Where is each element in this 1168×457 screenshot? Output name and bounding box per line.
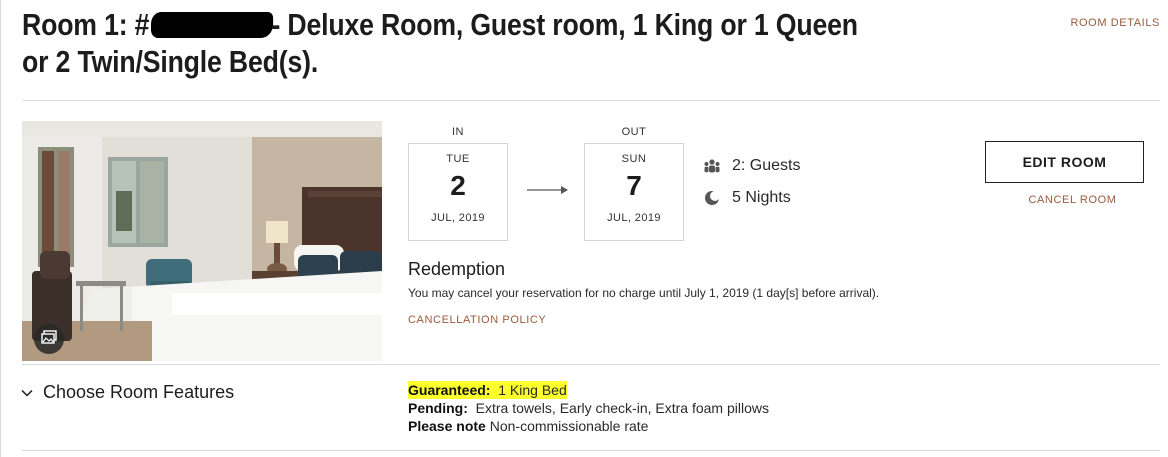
guaranteed-highlight: Guaranteed: 1 King Bed	[408, 381, 567, 399]
check-in-date[interactable]: TUE 2 JUL, 2019	[408, 143, 508, 241]
check-out-month-year: JUL, 2019	[607, 212, 661, 224]
note-value: Non-commissionable rate	[489, 418, 649, 434]
check-in-label: IN	[452, 126, 464, 138]
pending-feature-row: Pending: Extra towels, Early check-in, E…	[408, 399, 769, 417]
check-out-date[interactable]: SUN 7 JUL, 2019	[584, 143, 684, 241]
choose-room-features-toggle[interactable]: Choose Room Features	[20, 382, 234, 403]
check-out-label: OUT	[621, 126, 647, 138]
room-photo[interactable]	[22, 121, 382, 361]
features-divider	[22, 364, 1160, 365]
room-title: Room 1: # - Deluxe Room, Guest room, 1 Ki…	[22, 6, 865, 80]
night-count-text: 5 Nights	[732, 189, 791, 206]
guaranteed-feature-row: Guaranteed: 1 King Bed	[408, 381, 769, 399]
check-in-day: 2	[450, 170, 466, 201]
redacted-room-number	[151, 12, 274, 38]
note-row: Please note Non-commissionable rate	[408, 417, 769, 435]
rate-title: Redemption	[408, 259, 506, 279]
guaranteed-label: Guaranteed:	[408, 382, 491, 398]
header-divider	[22, 100, 1160, 101]
moon-icon	[703, 189, 721, 207]
check-in-weekday: TUE	[446, 153, 470, 165]
arrow-right-icon	[527, 183, 569, 201]
room-features-summary: Guaranteed: 1 King Bed Pending: Extra to…	[408, 381, 769, 435]
edit-room-button[interactable]: EDIT ROOM	[985, 141, 1144, 183]
room-title-prefix: Room 1: #	[22, 7, 150, 42]
chevron-down-icon	[20, 386, 34, 400]
choose-room-features-label: Choose Room Features	[43, 382, 235, 402]
guest-count: 2: Guests	[703, 157, 800, 175]
bottom-divider	[22, 450, 1160, 451]
room-details-link[interactable]: ROOM DETAILS	[1070, 17, 1160, 29]
cancel-room-link[interactable]: CANCEL ROOM	[985, 194, 1160, 206]
check-out-day: 7	[626, 170, 642, 201]
check-out-weekday: SUN	[621, 153, 647, 165]
guest-count-text: 2: Guests	[732, 157, 801, 174]
night-count: 5 Nights	[703, 189, 791, 207]
photo-gallery-button[interactable]	[34, 324, 64, 354]
image-gallery-icon	[41, 329, 57, 349]
check-in-month-year: JUL, 2019	[431, 212, 485, 224]
people-group-icon	[703, 157, 721, 175]
pending-label: Pending:	[408, 400, 468, 416]
cancellation-terms: You may cancel your reservation for no c…	[408, 286, 880, 300]
note-label: Please note	[408, 418, 486, 434]
guaranteed-value: 1 King Bed	[498, 382, 567, 398]
left-border	[0, 0, 1, 457]
cancellation-policy-link[interactable]: CANCELLATION POLICY	[408, 314, 546, 326]
pending-value: Extra towels, Early check-in, Extra foam…	[475, 400, 769, 416]
